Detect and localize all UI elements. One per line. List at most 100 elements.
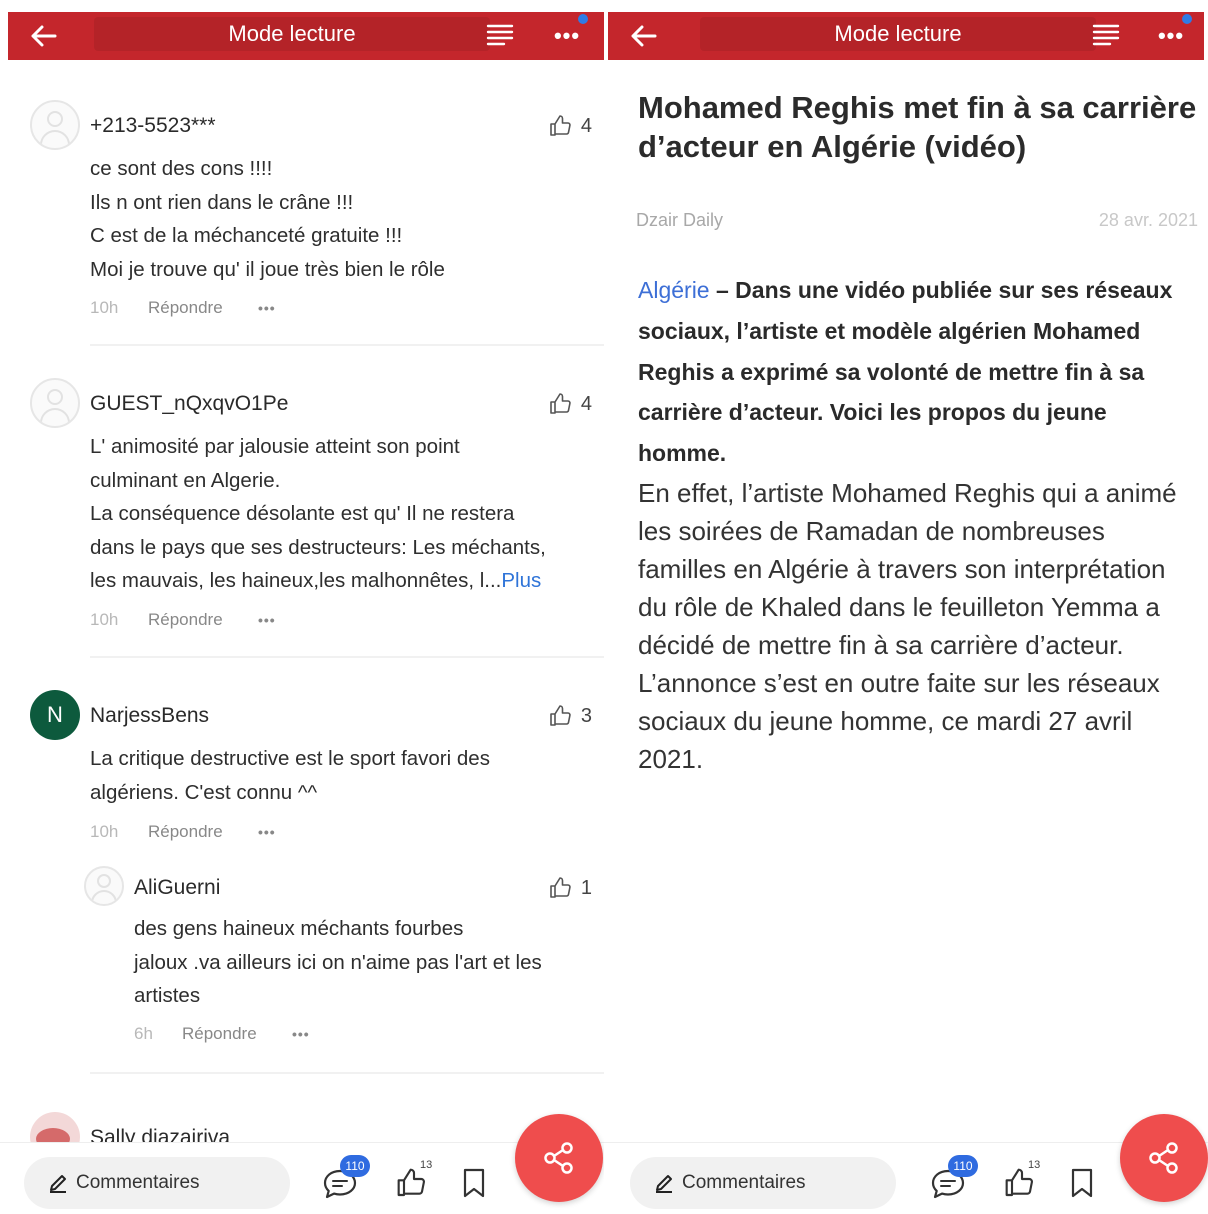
comment-text: ce sont des cons !!!! Ils n ont rien dan…	[90, 152, 584, 286]
reader-options-button[interactable]	[480, 16, 520, 56]
thumbs-up-icon	[1005, 1168, 1033, 1197]
more-dots-icon: •••	[553, 23, 581, 48]
like-count: 13	[1028, 1159, 1041, 1171]
avatar[interactable]: N	[30, 690, 80, 740]
reply-button[interactable]: Répondre	[182, 1024, 292, 1044]
like-count: 13	[420, 1159, 433, 1171]
article-panel: Mode lecture ••• Mohamed Reghis met fin …	[604, 0, 1208, 1214]
avatar[interactable]	[30, 378, 80, 428]
comment-meta: 10h Répondre •••	[90, 610, 276, 630]
comment-item: GUEST_nQxqvO1Pe 4 L' animosité par jalou…	[30, 378, 604, 648]
more-dots-icon: •••	[1157, 23, 1185, 48]
comment-author[interactable]: NarjessBens	[90, 704, 209, 728]
article-date: 28 avr. 2021	[1098, 210, 1198, 230]
comment-line: jaloux .va ailleurs ici on n'aime pas l'…	[134, 950, 542, 974]
comment-line: Ils n ont rien dans le crâne !!!	[90, 190, 354, 214]
comment-options-icon[interactable]: •••	[258, 612, 276, 628]
like-article-button[interactable]: 13	[998, 1159, 1042, 1205]
share-icon	[1149, 1142, 1178, 1174]
divider	[90, 1072, 604, 1074]
share-button[interactable]	[1120, 1114, 1208, 1202]
article-lead: Algérie – Dans une vidéo publiée sur ses…	[638, 270, 1200, 474]
comment-time: 10h	[90, 610, 119, 629]
text-lines-icon	[486, 24, 514, 46]
write-comment-button[interactable]: Commentaires	[24, 1157, 290, 1209]
comment-line: C est de la méchanceté gratuite !!!	[90, 224, 403, 247]
pencil-icon	[656, 1175, 672, 1193]
reader-options-button[interactable]	[1086, 16, 1126, 56]
page-title: Mode lecture	[700, 17, 1096, 51]
write-comment-label: Commentaires	[76, 1172, 200, 1193]
more-button[interactable]: •••	[544, 14, 590, 56]
like-button[interactable]: 3	[549, 704, 592, 728]
comment-options-icon[interactable]: •••	[258, 824, 276, 840]
comment-meta: 6h Répondre •••	[134, 1024, 310, 1044]
comment-time: 6h	[134, 1024, 153, 1043]
comment-line: Moi je trouve qu' il joue très bien le r…	[90, 257, 445, 281]
like-button[interactable]: 1	[549, 876, 592, 900]
page-title: Mode lecture	[94, 17, 490, 51]
comments-count-badge: 110	[340, 1155, 370, 1177]
comment-item: N NarjessBens 3 La critique destructive …	[30, 690, 604, 850]
write-comment-label: Commentaires	[682, 1172, 806, 1193]
thumbs-up-icon	[550, 115, 571, 136]
comment-item: +213-5523*** 4 ce sont des cons !!!! Ils…	[30, 100, 604, 340]
comment-time: 10h	[90, 298, 119, 317]
reply-button[interactable]: Répondre	[148, 610, 258, 630]
comment-author[interactable]: GUEST_nQxqvO1Pe	[90, 392, 288, 416]
write-comment-button[interactable]: Commentaires	[630, 1157, 896, 1209]
bookmark-icon	[1071, 1168, 1093, 1198]
comment-line: L' animosité par jalousie atteint son po…	[90, 435, 460, 458]
comment-line: les mauvais, les haineux,les malhonnêtes…	[90, 569, 542, 592]
comment-text: La critique destructive est le sport fav…	[90, 742, 584, 809]
bookmark-icon	[463, 1168, 485, 1198]
notification-dot	[1182, 14, 1192, 24]
location-link[interactable]: Algérie	[638, 277, 710, 303]
comment-line: dans le pays que ses destructeurs: Les m…	[90, 535, 546, 559]
article-source[interactable]: Dzair Daily	[636, 210, 723, 231]
more-button[interactable]: •••	[1148, 14, 1194, 56]
comment-line: artistes	[134, 984, 201, 1007]
like-button[interactable]: 4	[549, 114, 592, 138]
comment-author[interactable]: +213-5523***	[90, 114, 216, 138]
article-body: En effet, l’artiste Mohamed Reghis qui a…	[638, 478, 1177, 774]
back-button[interactable]	[8, 12, 78, 60]
bookmark-button[interactable]	[452, 1161, 496, 1205]
comment-line: ce sont des cons !!!!	[90, 157, 273, 180]
comment-meta: 10h Répondre •••	[90, 298, 276, 318]
like-article-button[interactable]: 13	[390, 1159, 434, 1205]
comment-options-icon[interactable]: •••	[258, 300, 276, 316]
comment-line: La critique destructive est le sport fav…	[90, 747, 490, 770]
comment-line: La conséquence désolante est qu' Il ne r…	[90, 502, 515, 525]
comments-count-button[interactable]: 110	[318, 1155, 370, 1205]
comment-line: culminant en Algerie.	[90, 468, 281, 492]
avatar[interactable]	[84, 866, 124, 906]
comment-text: des gens haineux méchants fourbes jaloux…	[134, 912, 584, 1013]
show-more-link[interactable]: Plus	[501, 569, 541, 592]
thumbs-up-icon	[550, 393, 571, 414]
like-button[interactable]: 4	[549, 392, 592, 416]
thumbs-up-icon	[550, 877, 571, 898]
back-button[interactable]	[608, 12, 678, 60]
reply-button[interactable]: Répondre	[148, 822, 258, 842]
comment-author[interactable]: AliGuerni	[134, 876, 220, 900]
comments-count-button[interactable]: 110	[926, 1155, 978, 1205]
article-title: Mohamed Reghis met fin à sa carrière d’a…	[638, 90, 1197, 164]
arrow-left-icon	[631, 25, 657, 47]
bookmark-button[interactable]	[1060, 1161, 1104, 1205]
divider	[90, 344, 604, 346]
share-icon	[544, 1142, 573, 1174]
like-count: 1	[580, 876, 592, 899]
avatar[interactable]	[30, 100, 80, 150]
text-lines-icon	[1092, 24, 1120, 46]
thumbs-up-icon	[397, 1168, 425, 1197]
share-button[interactable]	[515, 1114, 603, 1202]
reply-button[interactable]: Répondre	[148, 298, 258, 318]
thumbs-up-icon	[550, 705, 571, 726]
top-bar: Mode lecture •••	[8, 12, 604, 60]
divider	[90, 656, 604, 658]
comments-panel: Mode lecture ••• +213-5523*** 4 ce sont …	[0, 0, 604, 1214]
comment-line: algériens. C'est connu ^^	[90, 780, 318, 804]
comment-text: L' animosité par jalousie atteint son po…	[90, 430, 584, 598]
comment-options-icon[interactable]: •••	[292, 1026, 310, 1042]
